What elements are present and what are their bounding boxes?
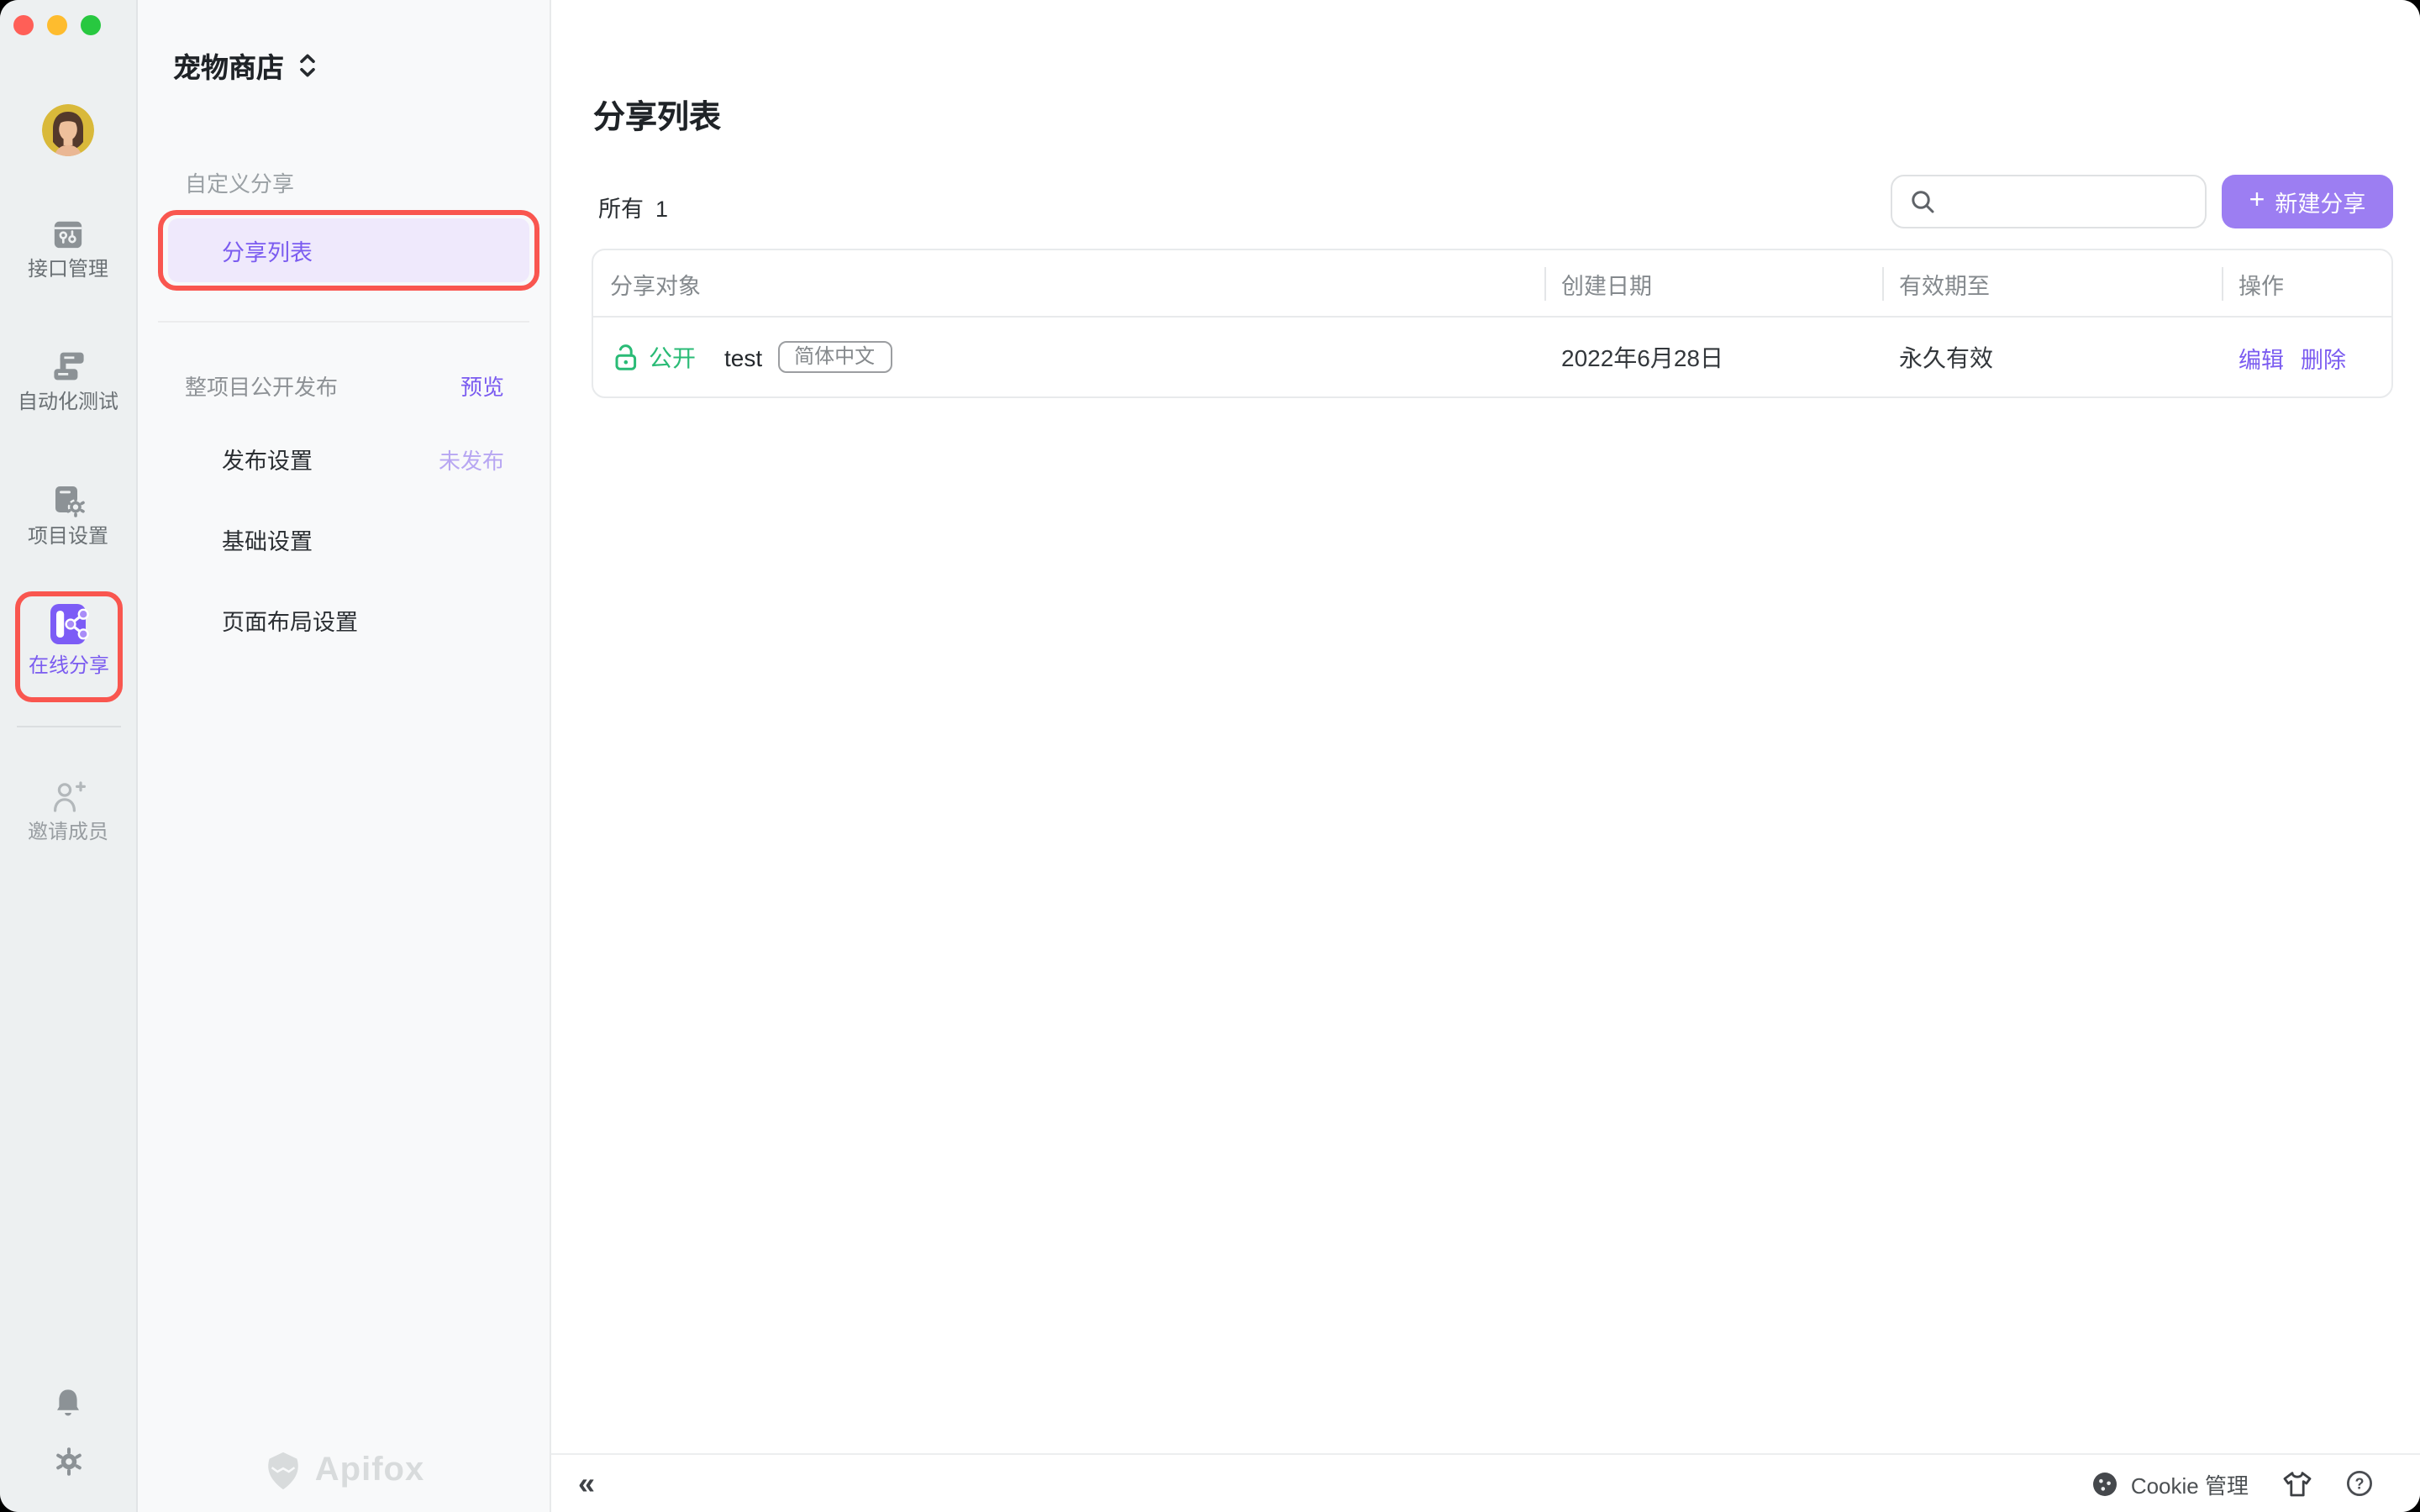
sidebar-item-label: 项目设置 — [0, 524, 136, 548]
column-header-share-target: 分享对象 — [593, 250, 1544, 316]
app-window: 接口管理 自动化测试 — [0, 0, 2420, 1512]
gear-icon — [53, 1446, 83, 1477]
project-settings-icon — [0, 484, 136, 517]
theme-button[interactable] — [2282, 1469, 2312, 1498]
edit-link[interactable]: 编辑 — [2238, 340, 2284, 374]
rail-divider — [17, 726, 121, 727]
project-publish-row: 整项目公开发布 预览 — [185, 370, 504, 402]
visibility-label: 公开 — [649, 340, 696, 374]
share-target-cell: 公开 test 简体中文 — [593, 340, 1544, 374]
help-button[interactable]: ? — [2346, 1470, 2373, 1497]
search-input[interactable] — [1936, 189, 2205, 214]
filter-all-label: 所有 — [598, 197, 644, 222]
traffic-lights — [13, 15, 101, 35]
table-header: 分享对象 创建日期 有效期至 操作 — [593, 250, 2391, 318]
column-header-valid-until: 有效期至 — [1882, 250, 2222, 316]
search-box — [1891, 175, 2207, 228]
new-share-button[interactable]: + 新建分享 — [2222, 175, 2393, 228]
left-rail: 接口管理 自动化测试 — [0, 0, 138, 1512]
new-share-label: 新建分享 — [2275, 185, 2365, 218]
valid-until-cell: 永久有效 — [1882, 340, 2222, 374]
help-icon: ? — [2346, 1470, 2373, 1497]
search-icon — [1909, 188, 1936, 215]
created-date-cell: 2022年6月28日 — [1544, 340, 1882, 374]
share-list-highlight-annotation: 分享列表 — [158, 210, 539, 291]
zoom-button[interactable] — [81, 15, 101, 35]
filter-all[interactable]: 所有 1 — [598, 190, 668, 223]
online-share-icon — [20, 601, 118, 647]
valid-until: 永久有效 — [1899, 340, 1993, 374]
share-table: 分享对象 创建日期 有效期至 操作 公开 test 简体中文 202 — [592, 249, 2393, 398]
share-name: test — [724, 344, 762, 370]
lock-open-icon — [613, 344, 639, 370]
minimize-button[interactable] — [47, 15, 67, 35]
project-name: 宠物商店 — [173, 45, 284, 86]
sidebar-item-share-list[interactable]: 分享列表 — [168, 218, 529, 282]
automated-testing-icon — [0, 349, 136, 383]
sidebar-item-page-layout-settings[interactable]: 页面布局设置 — [222, 603, 504, 637]
avatar-image — [42, 104, 94, 156]
publish-settings-label: 发布设置 — [222, 442, 313, 475]
basic-settings-label: 基础设置 — [222, 522, 313, 556]
share-list-label: 分享列表 — [222, 234, 313, 267]
collapse-sidebar-button[interactable]: « — [578, 1468, 593, 1499]
apifox-logo: Apifox — [138, 1450, 550, 1492]
sidebar-item-label: 接口管理 — [0, 257, 136, 281]
actions-cell: 编辑 删除 — [2222, 340, 2391, 374]
custom-share-section-header: 自定义分享 — [185, 166, 294, 198]
preview-link[interactable]: 预览 — [460, 370, 504, 402]
invite-member-icon — [0, 780, 136, 813]
project-publish-section-header: 整项目公开发布 — [185, 370, 338, 402]
close-button[interactable] — [13, 15, 34, 35]
sidebar-item-label: 自动化测试 — [0, 390, 136, 413]
sidebar-item-automated-testing[interactable]: 自动化测试 — [0, 349, 136, 413]
sidebar-divider — [158, 321, 529, 323]
help-glyph: ? — [2355, 1475, 2365, 1492]
sidebar-item-basic-settings[interactable]: 基础设置 — [222, 522, 504, 556]
apifox-fox-icon — [263, 1450, 305, 1492]
notifications-button[interactable] — [0, 1388, 136, 1426]
plus-icon: + — [2249, 188, 2265, 215]
avatar[interactable] — [42, 104, 94, 156]
project-switcher[interactable]: 宠物商店 — [173, 45, 316, 86]
bell-icon — [54, 1388, 82, 1418]
main-content: 分享列表 所有 1 + 新建分享 分享对象 创建日期 有效期至 操作 — [551, 0, 2420, 1512]
sidebar-item-publish-settings[interactable]: 发布设置 未发布 — [222, 442, 504, 475]
tshirt-icon — [2282, 1469, 2312, 1498]
settings-button[interactable] — [0, 1446, 136, 1485]
column-header-actions: 操作 — [2222, 250, 2391, 316]
table-row: 公开 test 简体中文 2022年6月28日 永久有效 编辑 删除 — [593, 318, 2391, 396]
sidebar-item-online-share-active[interactable]: 在线分享 — [15, 591, 123, 702]
language-tag: 简体中文 — [777, 341, 892, 373]
filter-count: 1 — [655, 197, 668, 222]
cookie-icon[interactable] — [2092, 1471, 2118, 1496]
sidebar-item-invite-members[interactable]: 邀请成员 — [0, 780, 136, 843]
delete-link[interactable]: 删除 — [2301, 340, 2346, 374]
sidebar-item-label: 邀请成员 — [0, 820, 136, 843]
page-layout-settings-label: 页面布局设置 — [222, 603, 358, 637]
secondary-sidebar: 宠物商店 自定义分享 分享列表 整项目公开发布 预览 发布设置 未发布 基础设置… — [138, 0, 551, 1512]
status-bar: « Cookie 管理 ? — [551, 1453, 2420, 1512]
status-bar-right: Cookie 管理 ? — [2092, 1467, 2373, 1499]
chevron-updown-icon — [299, 52, 316, 79]
sidebar-item-label: 在线分享 — [20, 650, 118, 679]
sidebar-item-api-management[interactable]: 接口管理 — [0, 217, 136, 281]
sidebar-item-project-settings[interactable]: 项目设置 — [0, 484, 136, 548]
apifox-logo-text: Apifox — [315, 1452, 424, 1490]
api-management-icon — [0, 217, 136, 250]
column-header-created-date: 创建日期 — [1544, 250, 1882, 316]
created-date: 2022年6月28日 — [1561, 340, 1723, 374]
cookie-management-label[interactable]: Cookie 管理 — [2131, 1467, 2249, 1499]
unpublished-badge: 未发布 — [439, 443, 504, 475]
page-title: 分享列表 — [593, 92, 721, 138]
